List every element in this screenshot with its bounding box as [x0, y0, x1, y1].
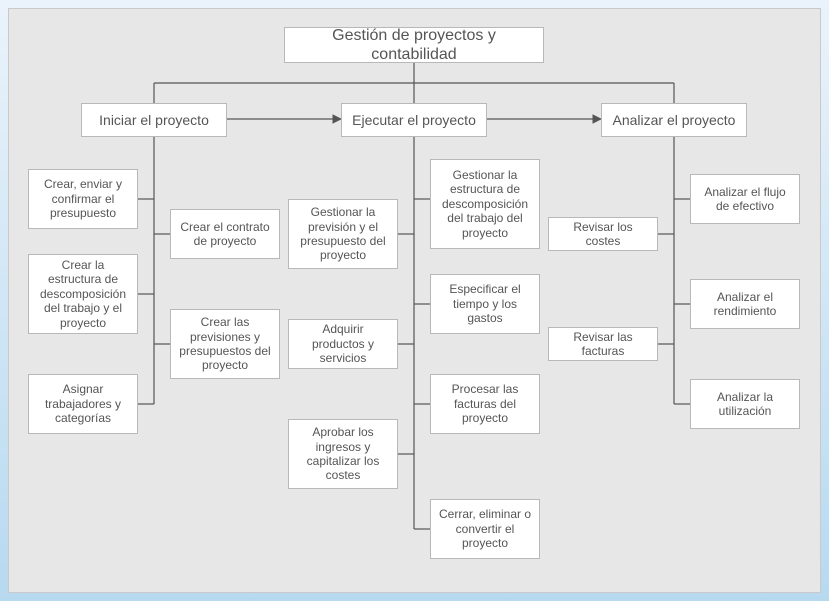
task-analyze-left-1: Revisar las facturas — [548, 327, 658, 361]
task-execute-right-2: Procesar las facturas del proyecto — [430, 374, 540, 434]
task-initiate-left-2: Asignar trabajadores y categorías — [28, 374, 138, 434]
root-node: Gestión de proyectos y contabilidad — [284, 27, 544, 63]
task-analyze-right-0: Analizar el flujo de efectivo — [690, 174, 800, 224]
task-initiate-right-1: Crear las previsiones y presupuestos del… — [170, 309, 280, 379]
task-execute-right-3: Cerrar, eliminar o convertir el proyecto — [430, 499, 540, 559]
task-initiate-left-0: Crear, enviar y confirmar el presupuesto — [28, 169, 138, 229]
task-execute-left-0: Gestionar la previsión y el presupuesto … — [288, 199, 398, 269]
task-execute-left-1: Adquirir productos y servicios — [288, 319, 398, 369]
task-execute-right-1: Especificar el tiempo y los gastos — [430, 274, 540, 334]
diagram-canvas: Gestión de proyectos y contabilidad Inic… — [8, 8, 821, 593]
task-initiate-right-0: Crear el contrato de proyecto — [170, 209, 280, 259]
task-execute-left-2: Aprobar los ingresos y capitalizar los c… — [288, 419, 398, 489]
phase-execute: Ejecutar el proyecto — [341, 103, 487, 137]
phase-initiate: Iniciar el proyecto — [81, 103, 227, 137]
task-execute-right-0: Gestionar la estructura de descomposició… — [430, 159, 540, 249]
task-analyze-left-0: Revisar los costes — [548, 217, 658, 251]
task-analyze-right-2: Analizar la utilización — [690, 379, 800, 429]
task-initiate-left-1: Crear la estructura de descomposición de… — [28, 254, 138, 334]
phase-analyze: Analizar el proyecto — [601, 103, 747, 137]
diagram-frame: Gestión de proyectos y contabilidad Inic… — [0, 0, 829, 601]
task-analyze-right-1: Analizar el rendimiento — [690, 279, 800, 329]
